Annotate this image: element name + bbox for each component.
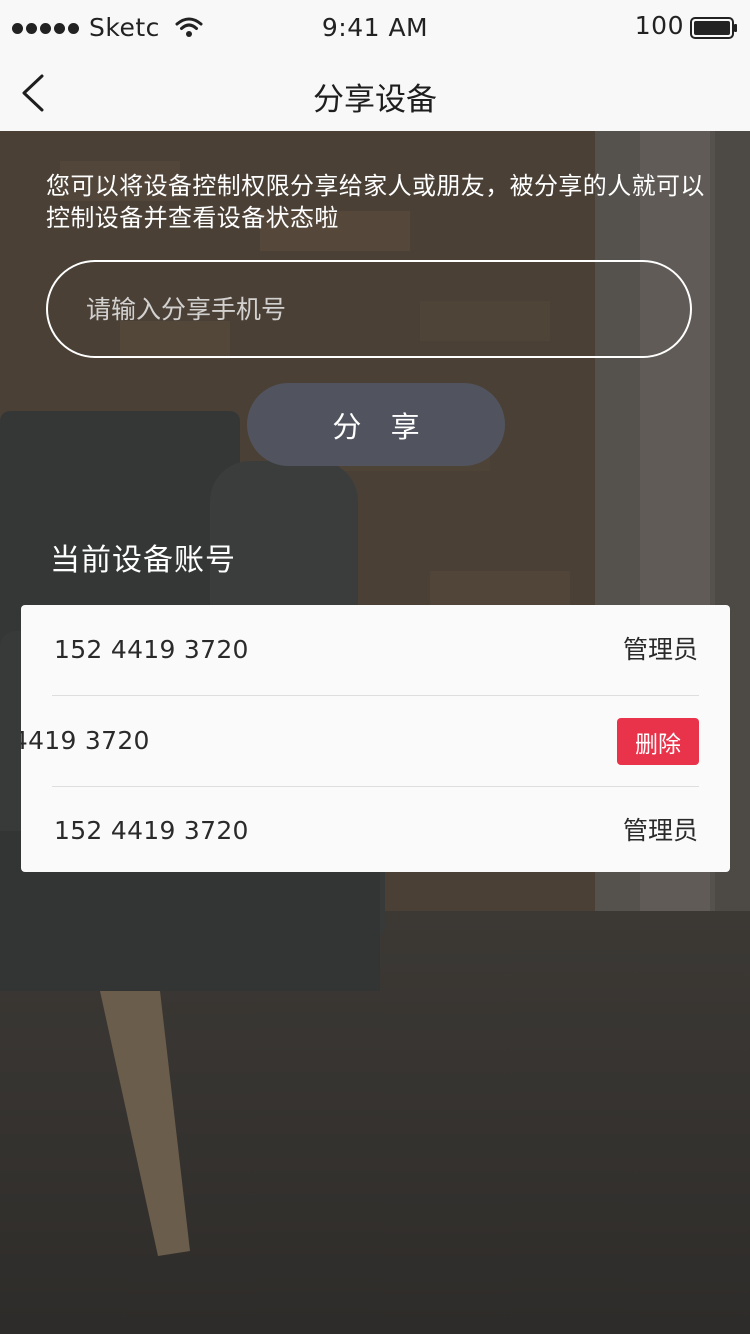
account-role: 管理员 [622,635,698,664]
status-bar: Sketc 9:41 AM 100 [0,0,750,56]
list-item: 152 4419 3720 管理员 [21,786,730,872]
account-number: 152 4419 3720 [54,635,249,664]
battery-icon [690,17,737,39]
page-title: 分享设备 [313,82,437,118]
account-number: 152 4419 3720 [54,816,249,845]
battery-percentage: 100 [634,11,684,40]
account-role: 管理员 [622,816,698,845]
account-number: 152 4419 3720 [21,726,150,755]
list-item: 152 4419 3720 管理员 [21,605,730,695]
list-item-swiped[interactable]: 152 4419 3720 删除 [21,696,730,786]
account-list: 152 4419 3720 管理员 152 4419 3720 删除 152 4… [21,605,730,872]
section-title: 当前设备账号 [50,543,236,578]
phone-number-input[interactable] [46,260,692,358]
navigation-bar: 分享设备 [0,56,750,131]
delete-button[interactable]: 删除 [617,718,699,765]
intro-text: 您可以将设备控制权限分享给家人或朋友，被分享的人就可以控制设备并查看设备状态啦 [46,172,705,232]
share-button[interactable]: 分 享 [247,383,505,466]
